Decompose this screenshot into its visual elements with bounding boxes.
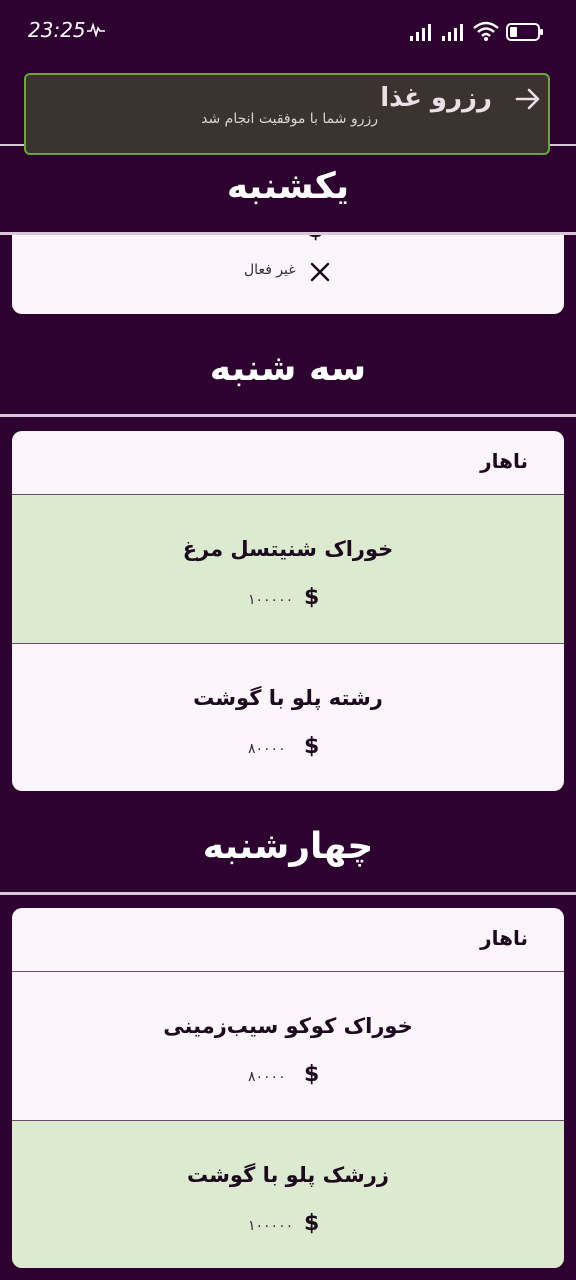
wifi-icon	[472, 20, 500, 46]
meal-item[interactable]: خوراک کوکو سیب‌زمینی $ ۸۰۰۰۰	[12, 972, 564, 1120]
day-card-tuesday: ناهار خوراک شنیتسل مرغ $ ۱۰۰۰۰۰ رشته پلو…	[12, 431, 564, 791]
battery-icon	[506, 22, 544, 46]
meal-name: زرشک پلو با گوشت	[187, 1163, 389, 1187]
signal-icon	[408, 22, 436, 46]
day-title-wednesday: چهارشنبه	[202, 826, 374, 867]
dollar-icon: $	[304, 1062, 320, 1087]
dollar-icon: $	[304, 734, 320, 759]
dollar-icon: $	[304, 1211, 320, 1236]
meal-item[interactable]: زرشک پلو با گوشت $ ۱۰۰۰۰۰	[12, 1121, 564, 1268]
meal-item[interactable]: رشته پلو با گوشت $ ۸۰۰۰۰	[12, 644, 564, 791]
price-line: $ ۱۰۰۰۰۰	[12, 585, 564, 615]
day-title-tuesday: سه شنبه	[209, 348, 367, 389]
meal-name: رشته پلو با گوشت	[193, 686, 383, 710]
tuesday-separator	[0, 414, 576, 417]
meal-name: خوراک کوکو سیب‌زمینی	[163, 1014, 413, 1038]
meal-type-label: ناهار	[480, 449, 528, 473]
meal-type-label: ناهار	[480, 926, 528, 950]
toast-message: رزرو شما با موفقیت انجام شد	[201, 111, 378, 127]
status-bar: 23:25	[0, 0, 576, 64]
signal-icon	[440, 22, 468, 46]
toast-title: رزرو غذا	[380, 83, 492, 113]
clock: 23:25	[28, 18, 86, 42]
price-line: $ ۸۰۰۰۰	[12, 1062, 564, 1092]
dollar-icon: $	[304, 585, 320, 610]
price-value: ۸۰۰۰۰	[248, 1069, 286, 1085]
sunday-separator	[0, 232, 576, 235]
meal-name: خوراک شنیتسل مرغ	[182, 537, 394, 561]
inactive-label: غیر فعال	[244, 262, 296, 278]
arrow-right-icon[interactable]	[514, 85, 542, 113]
meal-item[interactable]: خوراک شنیتسل مرغ $ ۱۰۰۰۰۰	[12, 495, 564, 643]
day-card-wednesday: ناهار خوراک کوکو سیب‌زمینی $ ۸۰۰۰۰ زرشک …	[12, 908, 564, 1268]
price-value: ۱۰۰۰۰۰	[248, 592, 294, 608]
reservation-toast[interactable]: رزرو غذا رزرو شما با موفقیت انجام شد	[24, 73, 550, 155]
day-title-sunday: یکشنبه	[226, 166, 350, 207]
price-value: ۸۰۰۰۰	[248, 741, 286, 757]
activity-icon	[86, 22, 106, 42]
price-value: ۱۰۰۰۰۰	[248, 1218, 294, 1234]
close-icon[interactable]	[308, 260, 332, 284]
wednesday-separator	[0, 892, 576, 895]
price-line: $ ۸۰۰۰۰	[12, 734, 564, 764]
price-line: $ ۱۰۰۰۰۰	[12, 1211, 564, 1241]
